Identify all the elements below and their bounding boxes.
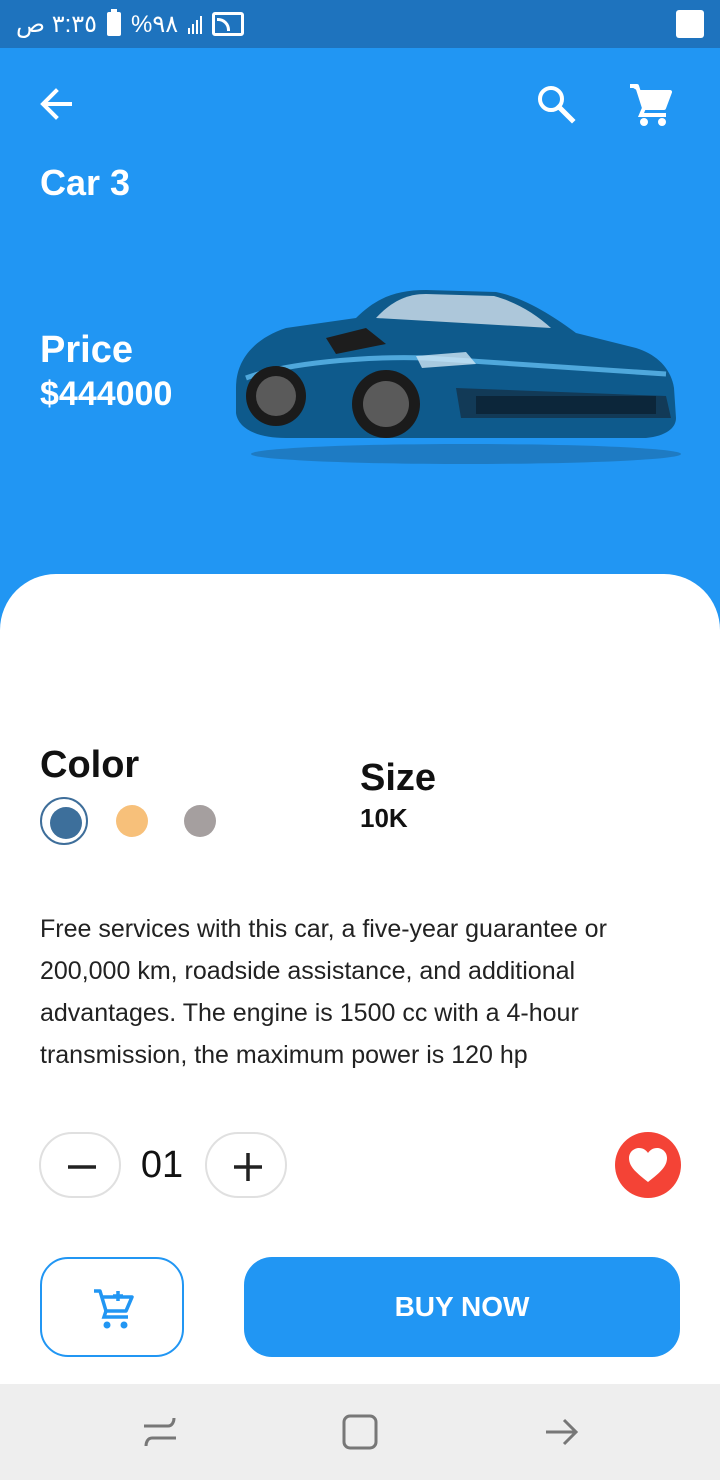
status-indicators: ٣:٣٥ ص %٩٨ [16, 8, 245, 40]
back-button[interactable] [36, 84, 76, 124]
color-label: Color [40, 744, 140, 786]
back-nav-button[interactable] [542, 1412, 582, 1452]
cart-icon [630, 84, 672, 126]
plus-icon [234, 1153, 262, 1181]
size-value: 10K [360, 803, 408, 833]
recent-apps-icon [144, 1417, 176, 1447]
color-swatch-gray[interactable] [176, 797, 224, 845]
add-cart-icon [94, 1289, 134, 1329]
search-icon [538, 86, 576, 124]
home-icon [342, 1414, 378, 1450]
price-label: Price [40, 329, 133, 371]
color-swatch-blue[interactable] [40, 797, 88, 845]
swatch-dot [50, 807, 82, 839]
status-time: ٣:٣٥ ص [16, 10, 98, 38]
buy-now-button[interactable]: BUY NOW [244, 1257, 680, 1357]
notification-square-icon [676, 10, 704, 38]
home-button[interactable] [340, 1412, 380, 1452]
swatch-dot [184, 805, 216, 837]
quantity-value: 01 [140, 1144, 184, 1186]
color-swatch-orange[interactable] [108, 797, 156, 845]
car-image [236, 290, 681, 464]
cast-icon [212, 12, 245, 36]
minus-icon [68, 1165, 96, 1169]
arrow-back-icon [40, 88, 72, 120]
product-description: Free services with this car, a five-year… [40, 915, 607, 1069]
search-button[interactable] [534, 82, 578, 126]
signal-icon [188, 14, 203, 34]
price-value: $444000 [40, 375, 173, 413]
app-header [0, 48, 720, 158]
product-title: Car 3 [40, 162, 131, 203]
status-bar: ٣:٣٥ ص %٩٨ [0, 0, 720, 48]
back-nav-icon [546, 1418, 579, 1446]
recent-apps-button[interactable] [140, 1412, 180, 1452]
system-nav-bar [0, 1384, 720, 1480]
size-label: Size [360, 757, 437, 799]
add-to-cart-button[interactable] [40, 1257, 184, 1357]
price-block: Price $444000 [40, 328, 172, 416]
swatch-dot [116, 805, 148, 837]
battery-percent: %٩٨ [131, 10, 179, 38]
cart-button[interactable] [626, 80, 674, 128]
favorite-button[interactable] [615, 1132, 681, 1198]
quantity-plus-button[interactable] [205, 1132, 287, 1198]
heart-icon [629, 1148, 667, 1182]
battery-icon [107, 9, 122, 36]
quantity-minus-button[interactable] [39, 1132, 121, 1198]
